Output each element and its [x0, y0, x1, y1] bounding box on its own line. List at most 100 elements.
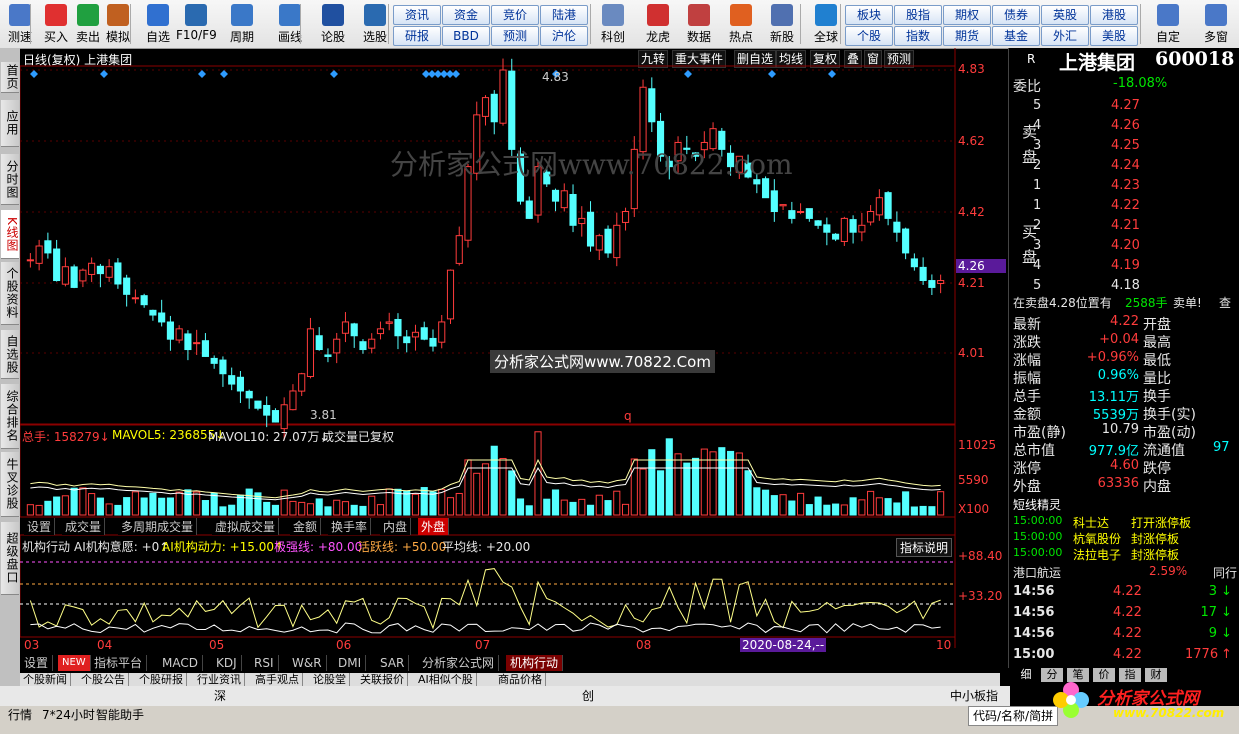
- menu-button-5[interactable]: BBD: [442, 26, 490, 46]
- volume-tab-2[interactable]: 多周期成交量: [118, 518, 198, 535]
- multi-window-button[interactable]: 多窗: [1196, 2, 1236, 46]
- draw-button[interactable]: 画线: [270, 2, 310, 46]
- hotspot-button[interactable]: 热点: [721, 2, 761, 46]
- status-247[interactable]: 7*24小时: [42, 706, 95, 724]
- status-quote[interactable]: 行情: [8, 706, 32, 724]
- toolbar-divider: [388, 4, 389, 44]
- news-tab-3[interactable]: 行业资讯: [194, 673, 245, 687]
- refresh-button[interactable]: 测速: [0, 2, 40, 46]
- volume-tab-3[interactable]: 虚拟成交量: [212, 518, 280, 535]
- indicator-help-button[interactable]: 指标说明: [896, 538, 953, 557]
- volume-tab-5[interactable]: 换手率: [328, 518, 372, 535]
- watchlist-button[interactable]: 自选: [138, 2, 178, 46]
- industry-more-button[interactable]: 同行: [1213, 564, 1237, 581]
- volume-tab-1[interactable]: 成交量: [62, 518, 106, 535]
- indicator-tab-9[interactable]: 机构行动: [506, 655, 564, 671]
- code-search-input[interactable]: 代码/名称/简拼: [968, 706, 1059, 726]
- indicator-tab-4[interactable]: RSI: [250, 655, 279, 671]
- custom-button[interactable]: 自定: [1148, 2, 1188, 46]
- news-tab-4[interactable]: 高手观点: [252, 673, 303, 687]
- indicator-tab-1[interactable]: 指标平台: [90, 655, 148, 671]
- sidebar-tab-0[interactable]: 首页: [1, 62, 19, 93]
- indicator-tab-7[interactable]: SAR: [376, 655, 410, 671]
- menu-button-6[interactable]: 预测: [491, 26, 539, 46]
- sidebar-tab-2[interactable]: 分时图: [1, 154, 19, 205]
- news-tab-1[interactable]: 个股公告: [78, 673, 129, 687]
- sidebar-tab-8[interactable]: 超级盘口: [1, 522, 19, 595]
- volume-tab-4[interactable]: 金额: [290, 518, 322, 535]
- volume-tab-0[interactable]: 设置: [24, 518, 56, 535]
- menu-button-3[interactable]: 陆港: [540, 5, 588, 25]
- watermark-text: 分析家公式网www.70822.com: [390, 148, 793, 181]
- volume-tab-6[interactable]: 内盘: [380, 518, 412, 535]
- dragon-tiger-button[interactable]: 龙虎: [638, 2, 678, 46]
- indicator-tab-8[interactable]: 分析家公式网: [418, 655, 500, 671]
- news-tab-8[interactable]: 商品价格: [495, 673, 546, 687]
- kechuang-button[interactable]: 科创: [593, 2, 633, 46]
- quote-tab-4[interactable]: 指: [1119, 668, 1141, 682]
- news-tab-6[interactable]: 关联报价: [357, 673, 408, 687]
- volume-bar: [201, 500, 209, 516]
- menu-button-7[interactable]: 沪伦: [540, 26, 588, 46]
- data-button[interactable]: 数据: [679, 2, 719, 46]
- menu-button-12[interactable]: 英股: [1041, 5, 1089, 25]
- status-assistant[interactable]: 智能助手: [96, 706, 144, 724]
- volume-tab-7[interactable]: 外盘: [418, 518, 450, 535]
- indicator-tab-2[interactable]: MACD: [158, 655, 203, 671]
- sidebar-tab-5[interactable]: 自选股: [1, 330, 19, 379]
- period-icon: [231, 4, 253, 26]
- menu-button-13[interactable]: 港股: [1090, 5, 1138, 25]
- simulate-button[interactable]: 模拟: [98, 2, 138, 46]
- quote-tab-5[interactable]: 财: [1145, 668, 1167, 682]
- industry-name[interactable]: 港口航运: [1013, 564, 1061, 581]
- sidebar-tab-6[interactable]: 综合排名: [1, 384, 19, 449]
- short-stock[interactable]: 杭氧股份: [1073, 530, 1121, 547]
- indicator-tab-6[interactable]: DMI: [334, 655, 367, 671]
- volume-bar: [937, 491, 945, 516]
- simulate-icon: [107, 4, 129, 26]
- menu-button-1[interactable]: 资金: [442, 5, 490, 25]
- indicator-tab-3[interactable]: KDJ: [212, 655, 242, 671]
- news-tab-5[interactable]: 论股堂: [310, 673, 350, 687]
- alert-more-button[interactable]: 查: [1219, 294, 1231, 311]
- sidebar-tab-3[interactable]: K线图: [1, 210, 19, 259]
- menu-button-15[interactable]: 指数: [894, 26, 942, 46]
- menu-button-11[interactable]: 债券: [992, 5, 1040, 25]
- quote-tab-3[interactable]: 价: [1093, 668, 1115, 682]
- event-diamond-icon: [198, 70, 206, 78]
- menu-button-16[interactable]: 期货: [943, 26, 991, 46]
- menu-button-9[interactable]: 股指: [894, 5, 942, 25]
- q-marker: q: [624, 409, 632, 423]
- menu-button-0[interactable]: 资讯: [393, 5, 441, 25]
- news-tab-0[interactable]: 个股新闻: [20, 673, 71, 687]
- kline-chart-area[interactable]: 日线(复权) 上港集团 九转 重大事件 删自选 均线 复权叠窗预测 q 分析家公式网ww…: [20, 48, 1007, 658]
- period-button[interactable]: 周期: [222, 2, 262, 46]
- menu-button-17[interactable]: 基金: [992, 26, 1040, 46]
- menu-button-19[interactable]: 美股: [1090, 26, 1138, 46]
- news-tab-7[interactable]: AI相似个股: [415, 673, 477, 687]
- menu-button-18[interactable]: 外汇: [1041, 26, 1089, 46]
- short-stock[interactable]: 法拉电子: [1073, 546, 1121, 563]
- menu-button-4[interactable]: 研报: [393, 26, 441, 46]
- ai-will-line: [30, 622, 941, 634]
- new-stock-button[interactable]: 新股: [762, 2, 802, 46]
- quote-tab-0[interactable]: 细: [1015, 668, 1037, 682]
- sidebar-tab-7[interactable]: 牛叉诊股: [1, 452, 19, 517]
- pick-button[interactable]: 选股: [355, 2, 395, 46]
- theory-button[interactable]: 论股: [313, 2, 353, 46]
- indicator-tab-5[interactable]: W&R: [288, 655, 327, 671]
- kechuang-button-label: 科创: [600, 30, 625, 44]
- news-tab-2[interactable]: 个股研报: [136, 673, 187, 687]
- menu-button-14[interactable]: 个股: [845, 26, 893, 46]
- sidebar-tab-4[interactable]: 个股资料: [1, 262, 19, 325]
- menu-button-10[interactable]: 期权: [943, 5, 991, 25]
- menu-button-8[interactable]: 板块: [845, 5, 893, 25]
- sidebar-tab-1[interactable]: 应用: [1, 100, 19, 147]
- f10-button[interactable]: F10/F9: [176, 2, 217, 46]
- volume-bar: [735, 452, 743, 516]
- short-stock[interactable]: 科士达: [1073, 514, 1109, 531]
- indicator-tab-0[interactable]: 设置: [20, 655, 54, 671]
- menu-button-2[interactable]: 竞价: [491, 5, 539, 25]
- ind-name: 机构行动: [22, 540, 71, 554]
- candle-body: [508, 70, 516, 150]
